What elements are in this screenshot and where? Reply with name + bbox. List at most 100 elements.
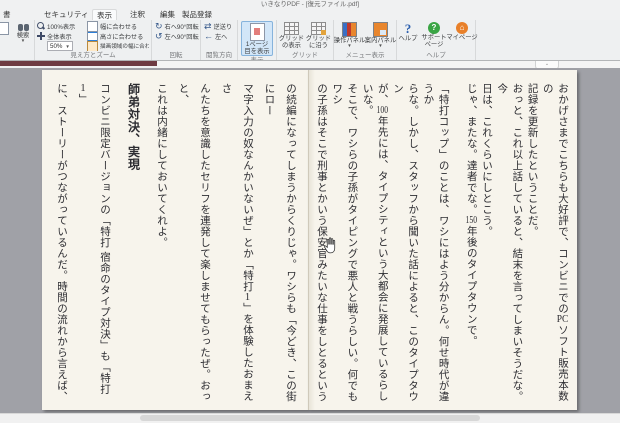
feed-left-button[interactable]: ← 左へ	[204, 31, 232, 41]
guide-panel-icon	[373, 22, 388, 37]
chevron-down-icon: ▼	[65, 43, 70, 49]
tab-security[interactable]: セキュリティ	[40, 9, 93, 20]
one-page-view-button[interactable]: 1ページ 目を表示	[241, 21, 273, 56]
document-viewport[interactable]: の続編になってしまうからくりじゃ。ワシらも「今どき、この街にロー マ字入力の奴な…	[0, 68, 620, 423]
support-label-2: ページ	[424, 41, 444, 48]
arrow-left-icon: ←	[204, 31, 213, 41]
rotate-left-button[interactable]: ↺ 左へ90°回転	[155, 31, 199, 41]
group-label-zoom: 見え方とズーム	[70, 52, 116, 59]
clipped-page-button[interactable]	[0, 21, 12, 35]
rotate-left-label: 左へ90°回転	[164, 33, 199, 41]
group-label-menu: メニュー表示	[345, 52, 385, 59]
ribbon-group-menu: 操作パネル ▼ 案内パネル ▼ メニュー表示	[334, 20, 397, 60]
grid-snap-label-1: グリッド	[305, 35, 332, 42]
fit-height-button[interactable]: 高さに合わせる	[87, 31, 149, 41]
document-tab-strip	[0, 61, 157, 66]
help-label: ヘルプ	[398, 35, 418, 42]
zoom-100-label: 100%表示	[47, 23, 76, 31]
text-column: が、100年先には、タイプシティという大都会に発展しているらしいな。	[361, 83, 389, 402]
ribbon-group-zoom: 100%表示 全体表示 50% ▼ 幅に合わせる 高さに合わせる 描画領域の幅に…	[35, 20, 152, 60]
page-left[interactable]: の続編になってしまうからくりじゃ。ワシらも「今どき、この街にロー マ字入力の奴な…	[42, 70, 308, 410]
text-column: らな。しかし、スタッフから聞いた話によると、このタイプタウン	[391, 83, 419, 402]
fit-region-button[interactable]: 描画領域の幅に合わせる	[87, 41, 149, 51]
grid-icon	[284, 22, 299, 35]
one-page-label-1: 1ページ	[245, 41, 269, 48]
rotate-left-icon: ↺	[155, 31, 163, 41]
ribbon-group-direction: ⇄ 逆送り ← 左へ 閲覧方向	[201, 20, 238, 60]
fit-page-button[interactable]: 全体表示	[37, 31, 87, 41]
fit-region-icon	[87, 41, 98, 51]
text-column: おっと、これ以上話していると、結末を言ってしまいそうだな。今	[496, 83, 523, 402]
group-label-grid: グリッド	[292, 52, 318, 59]
chevron-down-icon: ⌄	[544, 61, 550, 67]
grid-show-button[interactable]: グリッド の表示	[279, 21, 304, 49]
search-button[interactable]: 検索 ▼	[14, 21, 32, 43]
ribbon-group-partial: 検索 ▼	[0, 20, 35, 60]
tab-document[interactable]: 書	[0, 9, 15, 20]
group-label-direction: 閲覧方向	[206, 52, 232, 59]
text-column: 記録を更新したということだ。	[526, 83, 538, 237]
grid-snap-icon	[311, 22, 326, 35]
ribbon-tab-bar: 書 セキュリティ 表示 注釈 編集 製品登録	[0, 9, 620, 21]
support-page-icon: ?	[428, 22, 440, 34]
zoom-level-combobox[interactable]: 50% ▼	[47, 41, 73, 51]
grid-snap-button[interactable]: グリッド に沿う	[306, 21, 331, 49]
chevron-down-icon: ▼	[378, 43, 383, 48]
group-label-rotate: 回転	[169, 52, 183, 59]
page-right[interactable]: おかげさまでこちらも大好評で、コンビニでのPCソフト販売本数の 記録を更新したと…	[308, 70, 577, 410]
zoom-value: 50%	[50, 42, 63, 50]
arrows-cross-icon	[37, 32, 45, 40]
feed-reverse-label: 逆送り	[213, 23, 233, 31]
rotate-right-label: 右へ90°回転	[164, 23, 199, 31]
fit-page-label: 全体表示	[47, 33, 72, 41]
grid-snap-label-2: に沿う	[309, 42, 328, 49]
one-page-icon	[249, 23, 265, 41]
tab-product-registration[interactable]: 製品登録	[178, 9, 216, 20]
section-heading: 師弟対決、実現	[126, 83, 141, 171]
support-page-button[interactable]: ? サポート ページ	[421, 21, 447, 48]
support-label-1: サポート	[421, 34, 447, 41]
ribbon-group-grid: グリッド の表示 グリッド に沿う グリッド	[277, 20, 334, 60]
tab-annotation[interactable]: 注釈	[126, 9, 149, 20]
zoom-100-button[interactable]: 100%表示	[37, 21, 87, 31]
text-column: コンビニ限定バージョンの「特打 宿命のタイプ対決」も「特打1」	[77, 83, 111, 395]
chevron-down-icon: ▼	[20, 38, 26, 43]
horizontal-scrollbar-thumb[interactable]	[140, 415, 480, 421]
group-label-help: ヘルプ	[426, 52, 446, 59]
ribbon-group-rotate: ↻ 右へ90°回転 ↺ 左へ90°回転 回転	[152, 20, 201, 60]
text-column: マ字入力の奴なんかいないぜ」とか「特打1」を体験したおまえさ	[220, 83, 254, 402]
text-column: 日は、これくらいにしとこう。	[480, 83, 492, 237]
text-column: これは内緒にしておいてくれよ。	[156, 83, 167, 248]
hand-grab-cursor	[324, 237, 336, 254]
fit-width-button[interactable]: 幅に合わせる	[87, 21, 149, 31]
fit-height-label: 高さに合わせる	[100, 33, 144, 41]
my-page-button[interactable]: ⌂ マイページ	[446, 21, 478, 41]
text-column: に、ストーリーがつながっているんだ。時間の流れから言えば、「特	[56, 83, 67, 402]
page-icon	[0, 22, 9, 35]
text-column: んたちを意識したセリフを連発して楽しませてもらったぜ。おっと、	[177, 83, 211, 402]
operation-panel-button[interactable]: 操作パネル ▼	[334, 21, 365, 48]
my-page-label: マイページ	[446, 34, 478, 41]
rotate-right-button[interactable]: ↻ 右へ90°回転	[155, 21, 199, 31]
help-button[interactable]: ? ヘルプ	[397, 21, 419, 42]
text-column: 「特打コップ」のことは、ワシにはよう分からん。何せ時代が違うか	[422, 83, 449, 402]
window-title: いきなりPDF - [復元ファイル.pdf]	[260, 1, 360, 8]
window-title-bar: いきなりPDF - [復元ファイル.pdf]	[0, 0, 620, 9]
page-left-text: の続編になってしまうからくりじゃ。ワシらも「今どき、この街にロー マ字入力の奴な…	[48, 83, 301, 402]
text-column: おかげさまでこちらも大好評で、コンビニでのPCソフト販売本数の	[541, 83, 569, 402]
ribbon-group-display: 1ページ 目を表示 表示	[238, 20, 277, 60]
one-page-label-2: 目を表示	[244, 48, 270, 55]
ribbon-group-help: ? ヘルプ ? サポート ページ ⌂ マイページ ヘルプ	[397, 20, 478, 60]
feed-reverse-button[interactable]: ⇄ 逆送り	[204, 21, 232, 31]
chevron-down-icon: ▼	[347, 43, 352, 48]
operation-panel-icon	[342, 22, 357, 37]
rotate-right-icon: ↻	[155, 21, 163, 31]
fit-width-icon	[87, 21, 98, 31]
ribbon: 検索 ▼ 100%表示 全体表示 50% ▼ 幅に合わせる 高さに合わせる 描画…	[0, 20, 620, 60]
guide-panel-button[interactable]: 案内パネル ▼	[365, 21, 396, 48]
tab-edit[interactable]: 編集	[156, 9, 179, 20]
help-question-icon: ?	[404, 21, 412, 36]
feed-left-label: 左へ	[215, 33, 228, 41]
magnifier-icon	[37, 22, 45, 30]
fit-region-label: 描画領域の幅に合わせる	[100, 44, 149, 50]
